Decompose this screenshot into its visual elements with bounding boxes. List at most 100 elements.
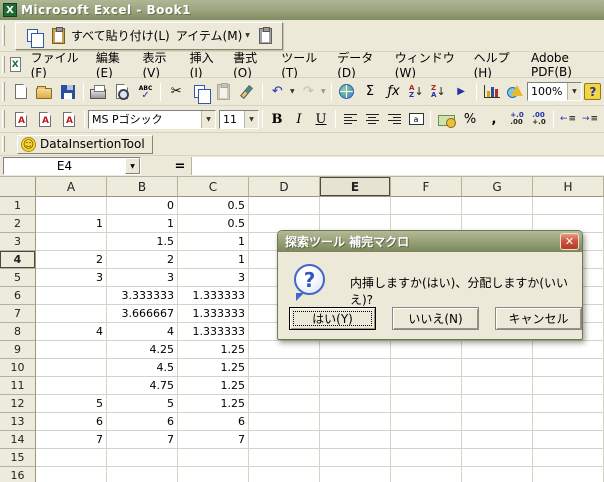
- cell-B13[interactable]: 6: [107, 413, 178, 431]
- new-button[interactable]: [9, 81, 33, 103]
- convert-pdf-email-button[interactable]: A: [33, 108, 57, 130]
- cell-H10[interactable]: [533, 359, 604, 377]
- cell-D13[interactable]: [249, 413, 320, 431]
- row-header-6[interactable]: 6: [0, 287, 36, 305]
- cell-D12[interactable]: [249, 395, 320, 413]
- cell-C10[interactable]: 1.25: [178, 359, 249, 377]
- print-preview-button[interactable]: [110, 81, 134, 103]
- column-header-D[interactable]: D: [249, 177, 320, 197]
- redo-button[interactable]: ↷▼: [297, 81, 328, 103]
- align-right-button[interactable]: [383, 108, 405, 130]
- row-header-12[interactable]: 12: [0, 395, 36, 413]
- cell-E12[interactable]: [320, 395, 391, 413]
- copy-button[interactable]: [20, 25, 44, 47]
- toolbar-grip[interactable]: [2, 110, 5, 128]
- row-header-11[interactable]: 11: [0, 377, 36, 395]
- cell-F12[interactable]: [391, 395, 462, 413]
- hyperlink-button[interactable]: [335, 81, 359, 103]
- font-name-combo[interactable]: MS Pゴシック ▼: [88, 110, 216, 129]
- chevron-down-icon[interactable]: ▼: [201, 111, 215, 128]
- cell-B16[interactable]: [107, 467, 178, 482]
- open-button[interactable]: [33, 81, 57, 103]
- chevron-down-icon[interactable]: ▼: [125, 158, 140, 174]
- increase-indent-button[interactable]: →≡: [579, 108, 601, 130]
- decrease-decimal-button[interactable]: .00+.0: [528, 108, 550, 130]
- cell-H14[interactable]: [533, 431, 604, 449]
- autosum-button[interactable]: Σ: [358, 81, 382, 103]
- toolbar-grip[interactable]: [2, 25, 5, 47]
- cell-A13[interactable]: 6: [36, 413, 107, 431]
- cell-G15[interactable]: [462, 449, 533, 467]
- cell-B14[interactable]: 7: [107, 431, 178, 449]
- cell-F16[interactable]: [391, 467, 462, 482]
- cell-A6[interactable]: [36, 287, 107, 305]
- format-painter-button[interactable]: [235, 81, 259, 103]
- save-button[interactable]: [56, 81, 80, 103]
- cell-B2[interactable]: 1: [107, 215, 178, 233]
- cell-G1[interactable]: [462, 197, 533, 215]
- increase-decimal-button[interactable]: +.0.00: [506, 108, 528, 130]
- cell-A8[interactable]: 4: [36, 323, 107, 341]
- cell-A12[interactable]: 5: [36, 395, 107, 413]
- row-header-9[interactable]: 9: [0, 341, 36, 359]
- cell-B11[interactable]: 4.75: [107, 377, 178, 395]
- font-size-combo[interactable]: 11 ▼: [219, 110, 259, 129]
- cell-F9[interactable]: [391, 341, 462, 359]
- no-button[interactable]: いいえ(N): [392, 307, 479, 330]
- row-header-10[interactable]: 10: [0, 359, 36, 377]
- row-header-5[interactable]: 5: [0, 269, 36, 287]
- row-header-1[interactable]: 1: [0, 197, 36, 215]
- cell-E13[interactable]: [320, 413, 391, 431]
- close-icon[interactable]: ✕: [560, 233, 579, 250]
- cell-G16[interactable]: [462, 467, 533, 482]
- cell-G9[interactable]: [462, 341, 533, 359]
- cell-C5[interactable]: 3: [178, 269, 249, 287]
- print-button[interactable]: [87, 81, 111, 103]
- cell-D15[interactable]: [249, 449, 320, 467]
- insert-function-button[interactable]: ƒx: [382, 81, 406, 103]
- cell-C11[interactable]: 1.25: [178, 377, 249, 395]
- cell-E15[interactable]: [320, 449, 391, 467]
- cell-C2[interactable]: 0.5: [178, 215, 249, 233]
- cell-H1[interactable]: [533, 197, 604, 215]
- cell-E9[interactable]: [320, 341, 391, 359]
- data-insertion-tool-button[interactable]: ☺ DataInsertionTool: [17, 135, 153, 154]
- cell-C12[interactable]: 1.25: [178, 395, 249, 413]
- cell-A2[interactable]: 1: [36, 215, 107, 233]
- cell-E1[interactable]: [320, 197, 391, 215]
- bold-button[interactable]: B: [266, 108, 288, 130]
- cell-A4[interactable]: 2: [36, 251, 107, 269]
- toolbar-grip[interactable]: [2, 56, 5, 74]
- undo-button[interactable]: ↶▼: [266, 81, 297, 103]
- cell-F13[interactable]: [391, 413, 462, 431]
- cell-D11[interactable]: [249, 377, 320, 395]
- cell-B15[interactable]: [107, 449, 178, 467]
- cell-C6[interactable]: 1.333333: [178, 287, 249, 305]
- cell-C4[interactable]: 1: [178, 251, 249, 269]
- cell-A3[interactable]: [36, 233, 107, 251]
- clear-clipboard-button[interactable]: [254, 25, 278, 47]
- row-header-14[interactable]: 14: [0, 431, 36, 449]
- items-menu-button[interactable]: アイテム(M) ▼: [174, 25, 252, 47]
- percent-style-button[interactable]: %: [458, 108, 482, 130]
- cell-G12[interactable]: [462, 395, 533, 413]
- cell-H13[interactable]: [533, 413, 604, 431]
- spelling-button[interactable]: ABC✓: [134, 81, 158, 103]
- cell-G11[interactable]: [462, 377, 533, 395]
- chevron-down-icon[interactable]: ▼: [567, 83, 581, 100]
- cut-button[interactable]: ✂: [164, 81, 188, 103]
- cell-B12[interactable]: 5: [107, 395, 178, 413]
- help-button[interactable]: ?: [582, 81, 604, 103]
- cell-B3[interactable]: 1.5: [107, 233, 178, 251]
- sort-descending-button[interactable]: ZA ↓: [427, 81, 449, 103]
- workbook-icon[interactable]: X: [10, 57, 21, 72]
- row-header-7[interactable]: 7: [0, 305, 36, 323]
- cell-D1[interactable]: [249, 197, 320, 215]
- select-all-corner[interactable]: [0, 177, 36, 197]
- cell-D16[interactable]: [249, 467, 320, 482]
- cell-F11[interactable]: [391, 377, 462, 395]
- column-header-B[interactable]: B: [107, 177, 178, 197]
- yes-button[interactable]: はい(Y): [289, 307, 376, 330]
- cell-B1[interactable]: 0: [107, 197, 178, 215]
- formula-input[interactable]: [191, 157, 604, 175]
